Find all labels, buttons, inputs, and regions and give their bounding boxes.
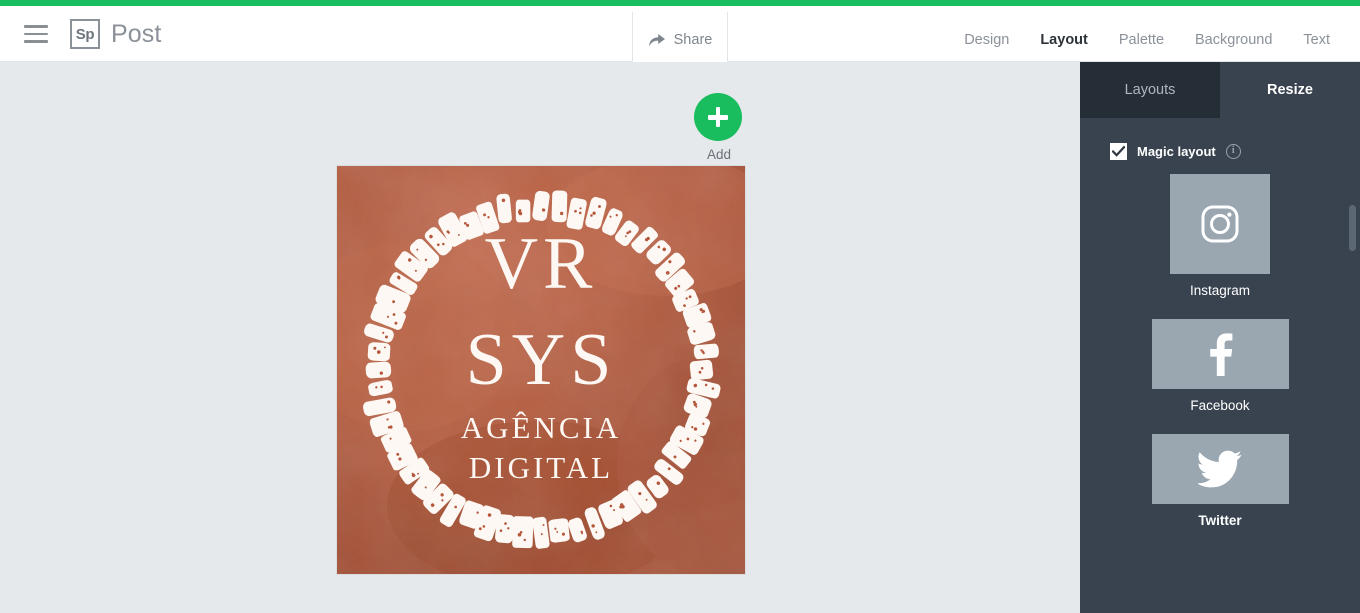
- format-item-instagram[interactable]: Instagram: [1080, 174, 1360, 298]
- artwork-design: VR SYS AGÊNCIA DIGITAL: [337, 166, 745, 574]
- facebook-thumbnail: [1151, 319, 1289, 389]
- app-header: Sp Post Share Design Layout Palette Back…: [0, 6, 1360, 67]
- share-arrow-icon: [648, 33, 665, 46]
- plus-icon[interactable]: [694, 93, 742, 141]
- nav-design[interactable]: Design: [964, 32, 1009, 48]
- page-title: Post: [111, 20, 162, 48]
- share-button[interactable]: Share: [632, 12, 728, 67]
- svg-text:VR: VR: [485, 223, 598, 305]
- canvas-stage: Add VR SYS AGÊNCIA DIGITAL: [0, 62, 1080, 613]
- magic-layout-row: Magic layout i: [1110, 143, 1360, 160]
- right-panel: Layouts Resize Magic layout i Instagram …: [1080, 62, 1360, 613]
- format-item-facebook[interactable]: Facebook: [1080, 319, 1360, 413]
- twitter-thumbnail: [1151, 434, 1289, 504]
- nav-palette[interactable]: Palette: [1119, 32, 1164, 48]
- hamburger-menu-icon[interactable]: [24, 25, 48, 43]
- svg-text:DIGITAL: DIGITAL: [469, 450, 613, 485]
- format-label-instagram: Instagram: [1189, 283, 1251, 298]
- format-label-facebook: Facebook: [1190, 398, 1250, 413]
- tab-layouts[interactable]: Layouts: [1080, 62, 1220, 118]
- brand: Sp Post: [70, 19, 161, 49]
- nav-background[interactable]: Background: [1195, 32, 1272, 48]
- magic-layout-checkbox[interactable]: [1110, 143, 1127, 160]
- svg-text:SYS: SYS: [466, 319, 617, 401]
- panel-tabs: Layouts Resize: [1080, 62, 1360, 118]
- instagram-icon: [1201, 205, 1239, 243]
- format-list: Instagram Facebook Twitter: [1080, 174, 1360, 528]
- tab-resize[interactable]: Resize: [1220, 62, 1360, 118]
- magic-layout-label: Magic layout: [1137, 144, 1216, 159]
- spark-logo-icon: Sp: [70, 19, 100, 49]
- svg-text:AGÊNCIA: AGÊNCIA: [461, 410, 622, 445]
- info-circle-icon[interactable]: i: [1225, 144, 1241, 159]
- checkmark-icon: [1112, 145, 1125, 157]
- format-label-twitter: Twitter: [1198, 513, 1242, 528]
- nav-text[interactable]: Text: [1303, 32, 1330, 48]
- add-label: Add: [706, 147, 732, 162]
- share-label: Share: [673, 31, 713, 48]
- panel-scrollbar[interactable]: [1349, 205, 1356, 251]
- top-navigation: Design Layout Palette Background Text: [964, 12, 1330, 67]
- twitter-icon: [1198, 450, 1242, 488]
- spark-post-editor: Sp Post Share Design Layout Palette Back…: [0, 0, 1360, 613]
- instagram-thumbnail: [1170, 174, 1270, 274]
- nav-layout[interactable]: Layout: [1040, 32, 1088, 48]
- facebook-icon: [1210, 333, 1233, 376]
- format-item-twitter[interactable]: Twitter: [1080, 434, 1360, 528]
- artboard[interactable]: VR SYS AGÊNCIA DIGITAL: [337, 166, 745, 574]
- add-page-button[interactable]: Add: [694, 93, 744, 162]
